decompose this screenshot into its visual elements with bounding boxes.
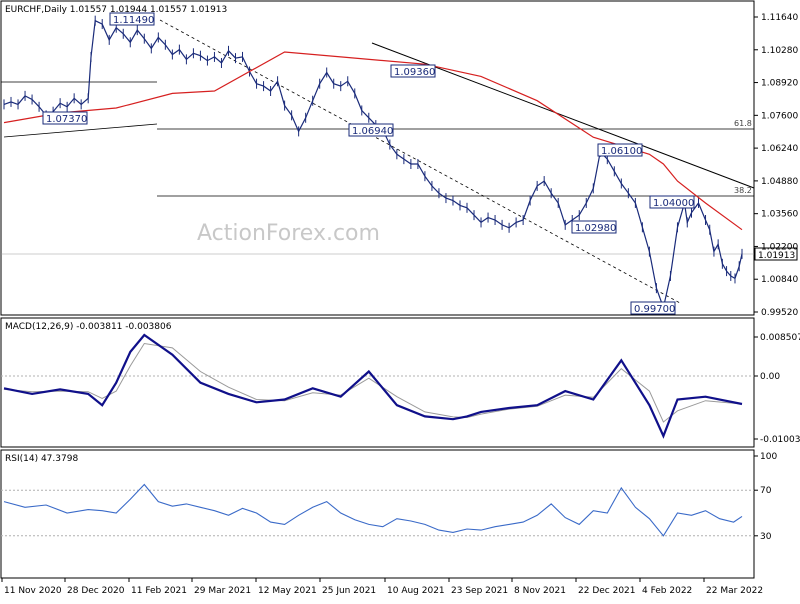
rsi-header: RSI(14) 47.3798 [5,454,78,464]
price-panel [0,0,755,316]
x-tick-label: 10 Aug 2021 [387,586,445,596]
rsi-y-tick-label: 100 [760,452,777,462]
level-label: 1.04000 [653,198,694,209]
x-tick-label: 23 Sep 2021 [451,586,508,596]
price-y-tick-label: 1.10280 [761,46,798,56]
fib-61.8-label: 61.8 [734,119,752,128]
level-label: 1.11490 [113,15,154,26]
price-y-tick-label: 1.04880 [761,177,798,187]
level-label: 0.99700 [634,304,675,315]
rsi-y-tick-label: 70 [760,486,772,496]
price-y-tick-label: 1.00840 [761,275,798,285]
x-tick-label: 11 Nov 2020 [4,586,62,596]
macd-y-tick-label: 0.008507 [760,333,800,343]
x-tick-label: 25 Jun 2021 [322,586,376,596]
x-tick-label: 4 Feb 2022 [642,586,692,596]
x-tick-label: 28 Dec 2020 [67,586,125,596]
price-y-tick-label: 1.06240 [761,144,798,154]
price-y-tick-label: 1.02200 [761,242,798,252]
level-label: 1.07370 [46,114,87,125]
price-y-tick-label: 1.03560 [761,210,798,220]
x-tick-label: 22 Dec 2021 [578,586,636,596]
x-tick-label: 22 Mar 2022 [706,586,763,596]
macd-y-tick-label: -0.010034 [760,435,800,445]
current-price-label: 1.01913 [758,251,795,261]
price-y-tick-label: 1.11640 [761,13,798,23]
price-y-tick-label: 1.08920 [761,79,798,89]
x-tick-label: 11 Feb 2021 [131,586,187,596]
fib-38.2-label: 38.2 [734,186,752,195]
price-y-tick-label: 1.07600 [761,111,798,121]
x-tick-label: 12 May 2021 [258,586,317,596]
macd-y-tick-label: 0.00 [760,372,780,382]
level-label: 1.09360 [394,67,435,78]
chart-svg: EURCHF,Daily 1.01557 1.01944 1.01557 1.0… [0,0,800,596]
macd-header: MACD(12,26,9) -0.003811 -0.003806 [5,322,172,332]
x-tick-label: 29 Mar 2021 [194,586,251,596]
level-label: 1.06100 [601,146,642,157]
level-label: 1.02980 [575,223,616,234]
price-y-tick-label: 0.99520 [761,308,798,318]
watermark: ActionForex.com [197,221,380,246]
rsi-y-tick-label: 30 [760,532,772,542]
rsi-panel [0,449,755,579]
x-tick-label: 8 Nov 2021 [514,586,566,596]
chart-root: EURCHF,Daily 1.01557 1.01944 1.01557 1.0… [0,0,800,600]
level-label: 1.06940 [352,126,393,137]
